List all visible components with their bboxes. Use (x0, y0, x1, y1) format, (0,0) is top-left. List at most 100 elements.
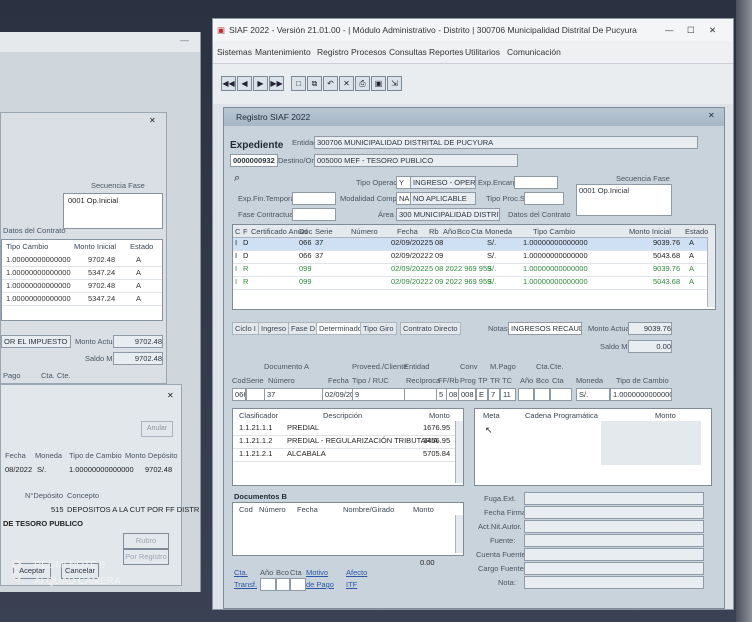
clear-icon[interactable]: ✕ (339, 76, 354, 91)
fecha-firma-label: Fecha Firma (484, 508, 527, 517)
tab-determinado[interactable]: Determinado (316, 322, 365, 335)
cta-link[interactable]: Cta. (234, 568, 248, 577)
table-row[interactable]: 1.00000000000000 9702.48 A (2, 280, 162, 293)
table-row[interactable]: 1.00000000000000 9702.48 A (2, 254, 162, 267)
bco-field[interactable] (276, 578, 290, 591)
prev-icon[interactable]: ◀ (237, 76, 252, 91)
menu-registro[interactable]: Registro (317, 47, 349, 57)
doc-cod-field[interactable]: 066 (232, 388, 246, 401)
doc-tp-field[interactable]: E (476, 388, 488, 401)
doc-tipo-cambio-field[interactable]: 1.00000000000000 (610, 388, 672, 401)
left-grid[interactable]: Tipo Cambio Monto Inicial Estado 1.00000… (1, 239, 163, 321)
grid-scrollbar[interactable] (707, 237, 715, 307)
fase-contractual-field[interactable] (292, 208, 336, 221)
doc-fecha-field[interactable]: 02/09/2022 (322, 388, 354, 401)
close-icon[interactable]: ✕ (709, 25, 716, 36)
col-descripcion: Descripción (323, 411, 363, 420)
print-icon[interactable]: ⎙ (355, 76, 370, 91)
modalidad-field[interactable]: NO APLICABLE (410, 192, 476, 205)
close-icon[interactable]: ✕ (708, 111, 715, 120)
minimize-icon[interactable]: — (665, 25, 674, 35)
motivo-link[interactable]: Motivo (306, 568, 328, 577)
fases-grid[interactable]: C F Certificado Anual Doc Serie Número F… (232, 224, 716, 310)
maximize-icon[interactable]: ☐ (687, 25, 695, 36)
tipo-proc-field[interactable] (524, 192, 564, 205)
first-icon[interactable]: ◀◀ (221, 76, 236, 91)
doc-bco-field[interactable] (534, 388, 550, 401)
tab-tipo-giro[interactable]: Tipo Giro (360, 322, 397, 335)
de-pago-link[interactable]: de Pago (306, 580, 334, 589)
expediente-number[interactable]: 0000000932 (230, 154, 278, 167)
table-row[interactable]: I R 099 02/09/2022 2 09 2022 969 959 S/.… (233, 277, 715, 290)
table-row[interactable]: 1.1.21.2.1 ALCABALA 5705.84 (233, 449, 463, 462)
clasificador-desc: PREDIAL (287, 423, 320, 432)
new-icon[interactable]: □ (291, 76, 306, 91)
tab-ciclo[interactable]: Ciclo I (232, 322, 259, 335)
doc-reciproca-field[interactable] (404, 388, 438, 401)
documentos-grid[interactable]: Cod Número Fecha Nombre/Girado Monto (232, 502, 464, 556)
table-row[interactable]: 1.1.21.1.1 PREDIAL 1676.95 (233, 423, 463, 436)
doc-cta-field[interactable] (550, 388, 572, 401)
rubro-button[interactable]: Rubro (123, 533, 169, 549)
doc-serie-field[interactable] (246, 388, 266, 401)
tab-contrato-directo[interactable]: Contrato Directo (400, 322, 461, 335)
last-icon[interactable]: ▶▶ (269, 76, 284, 91)
anular-button[interactable]: Anular (141, 421, 173, 437)
save-icon[interactable]: ▣ (371, 76, 386, 91)
cta-field[interactable] (290, 578, 306, 591)
secuencia-fase-item[interactable]: 0001 Op.Inicial (579, 186, 629, 195)
exit-icon[interactable]: ⇲ (387, 76, 402, 91)
meta-grid[interactable]: Meta Cadena Programática Monto ↖ (474, 408, 712, 486)
minimize-icon[interactable]: — (180, 35, 189, 45)
table-row[interactable]: I R 099 02/09/2022 5 08 2022 969 959 S/.… (233, 264, 715, 277)
menu-sistemas[interactable]: Sistemas (217, 47, 252, 57)
doc-prog-field[interactable]: 008 (458, 388, 476, 401)
exp-encargo-field[interactable] (514, 176, 558, 189)
clasificador-grid[interactable]: Clasificador Descripción Monto 1.1.21.1.… (232, 408, 464, 486)
menu-mantenimiento[interactable]: Mantenimiento (255, 47, 311, 57)
menu-reportes[interactable]: Reportes (429, 47, 464, 57)
table-row[interactable]: I D 066 37 02/09/2022 2 09 S/. 1.0000000… (233, 251, 715, 264)
documentos-scrollbar[interactable] (455, 515, 463, 553)
close-icon[interactable]: ✕ (167, 391, 174, 400)
secuencia-fase-list[interactable]: 0001 Op.Inicial (576, 184, 672, 216)
secuencia-fase-list[interactable]: 0001 Op.Inicial (63, 193, 163, 229)
impuesto-field[interactable]: OR EL IMPUESTO PRE (1, 335, 71, 348)
por-registro-button[interactable]: Por Registro (123, 549, 169, 565)
notas-field[interactable]: INGRESOS RECAUDADO (508, 322, 582, 335)
tab-fase[interactable]: Fase D (288, 322, 319, 335)
menu-comunicacion[interactable]: Comunicación (507, 47, 561, 57)
menu-consultas[interactable]: Consultas (389, 47, 427, 57)
undo-icon[interactable]: ↶ (323, 76, 338, 91)
concepto-header: Concepto (67, 491, 100, 500)
tab-ingreso[interactable]: Ingreso (258, 322, 290, 335)
table-row[interactable]: 1.00000000000000 5347.24 A (2, 293, 162, 306)
fecha-value: 08/2022 (5, 465, 33, 474)
table-row[interactable]: 1.00000000000000 5347.24 A (2, 267, 162, 280)
doc-numero-field[interactable]: 37 (264, 388, 324, 401)
menu-procesos[interactable]: Procesos (351, 47, 386, 57)
menu-utilitarios[interactable]: Utilitarios (465, 47, 500, 57)
exp-fin-temporal-field[interactable] (292, 192, 336, 205)
table-row[interactable]: 1.1.21.1.2 PREDIAL - REGULARIZACIÓN TRIB… (233, 436, 463, 449)
table-row[interactable]: I D 066 37 02/09/2022 5 08 S/. 1.0000000… (233, 238, 715, 251)
area-field[interactable]: 300 MUNICIPALIDAD DISTRITAL D (396, 208, 500, 221)
anio-field[interactable] (260, 578, 276, 591)
copy-icon[interactable]: ⧉ (307, 76, 322, 91)
clasificador-scrollbar[interactable] (455, 421, 463, 483)
doc-anio-field[interactable] (518, 388, 534, 401)
afecto-link[interactable]: Afecto (346, 568, 367, 577)
cta-cte-tab[interactable]: Cta. Cte. (41, 371, 71, 380)
transf-link[interactable]: Transf. (234, 580, 257, 589)
secuencia-fase-item[interactable]: 0001 Op.Inicial (68, 196, 118, 205)
next-icon[interactable]: ▶ (253, 76, 268, 91)
doc-tipo-ruc-field[interactable]: 9 (352, 388, 406, 401)
close-icon[interactable]: ✕ (149, 116, 156, 125)
doc-tr-field[interactable]: 7 (488, 388, 500, 401)
pago-tab[interactable]: Pago (3, 371, 21, 380)
tipo-operacion-field[interactable]: INGRESO - OPERACIO (410, 176, 476, 189)
binoculars-icon[interactable]: ⌕ (234, 172, 240, 185)
doc-moneda-field[interactable]: S/. (576, 388, 610, 401)
itf-link[interactable]: ITF (346, 580, 357, 589)
doc-tc-field[interactable]: 11 (500, 388, 516, 401)
